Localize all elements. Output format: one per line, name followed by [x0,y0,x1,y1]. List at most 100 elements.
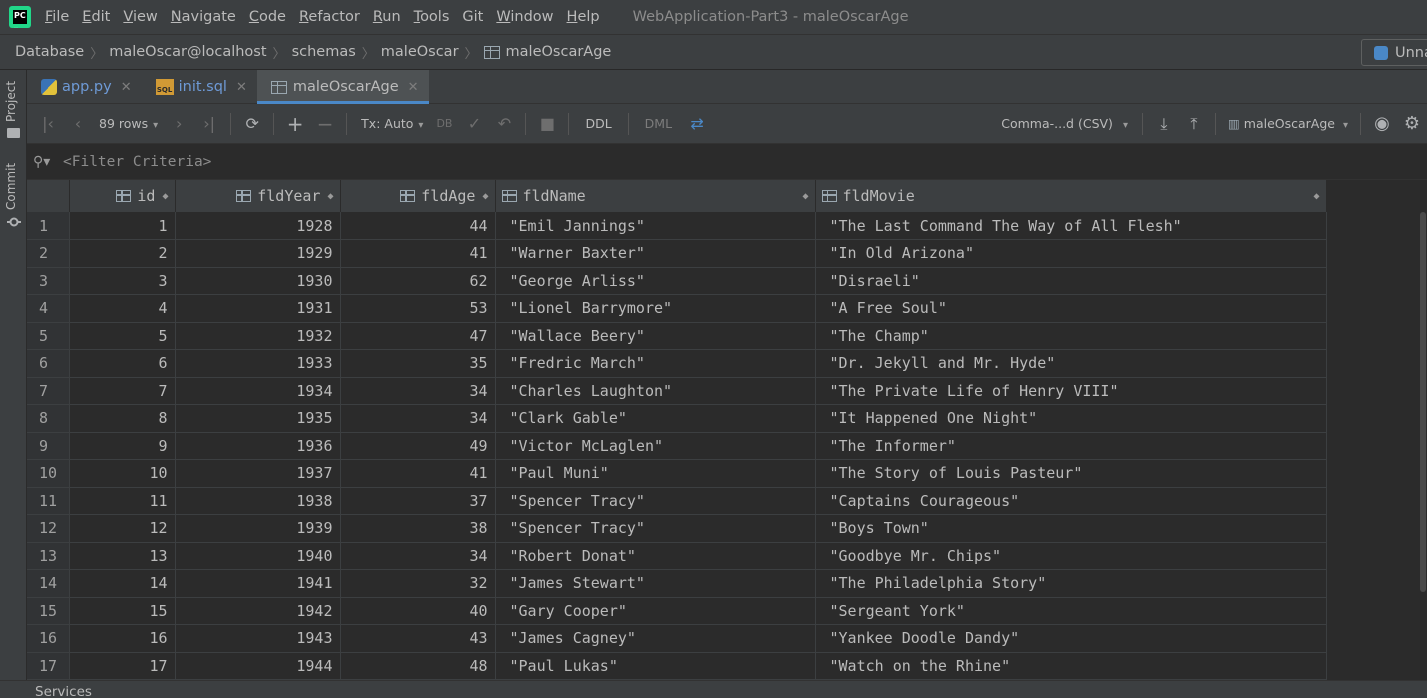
table-row[interactable]: 2 2 1929 41 "Warner Baxter" "In Old Arizona" [27,239,1327,268]
cell-fldmovie[interactable]: "The Champ" [815,322,1327,350]
upload-icon[interactable]: ⤒ [1179,114,1209,134]
table-row[interactable]: 14 14 1941 32 "James Stewart" "The Philadelph… [27,569,1327,598]
menu-file[interactable]: File [45,9,69,25]
row-number[interactable]: 10 [27,459,70,488]
cell-fldage[interactable]: 34 [340,404,496,433]
row-number[interactable]: 13 [27,542,70,570]
compare-arrows-icon[interactable]: ⇄ [682,114,712,133]
cell-fldname[interactable]: "Victor McLaglen" [495,432,816,460]
menu-navigate[interactable]: Navigate [171,9,236,25]
table-row[interactable]: 11 11 1938 37 "Spencer Tracy" "Captains Coura… [27,487,1327,515]
cell-fldyear[interactable]: 1933 [175,349,341,378]
scrollbar-thumb[interactable] [1420,212,1426,592]
cell-fldyear[interactable]: 1943 [175,624,341,653]
cell-fldname[interactable]: "Paul Muni" [495,459,816,488]
cell-id[interactable]: 9 [69,432,176,460]
cell-fldname[interactable]: "James Stewart" [495,569,816,598]
cell-fldage[interactable]: 38 [340,514,496,543]
cell-fldmovie[interactable]: "Captains Courageous" [815,487,1327,515]
cell-fldage[interactable]: 41 [340,239,496,268]
menu-git[interactable]: Git [462,9,483,25]
breadcrumb-database[interactable]: Database [15,44,84,60]
cell-id[interactable]: 12 [69,514,176,543]
menu-help[interactable]: Help [567,9,600,25]
cell-fldyear[interactable]: 1937 [175,459,341,488]
cell-fldname[interactable]: "Spencer Tracy" [495,487,816,515]
sort-icon[interactable]: ◆ [327,191,333,202]
cell-id[interactable]: 3 [69,267,176,295]
cell-fldname[interactable]: "Lionel Barrymore" [495,294,816,323]
cell-fldname[interactable]: "Gary Cooper" [495,597,816,625]
cell-fldyear[interactable]: 1928 [175,212,341,240]
cell-fldmovie[interactable]: "Boys Town" [815,514,1327,543]
cell-fldname[interactable]: "Charles Laughton" [495,377,816,405]
tab-maleoscarage[interactable]: maleOscarAge ✕ [256,70,429,104]
sort-icon[interactable]: ◆ [1313,191,1319,202]
cell-id[interactable]: 14 [69,569,176,598]
close-icon[interactable]: ✕ [236,80,247,95]
next-page-icon[interactable]: › [164,114,194,133]
close-icon[interactable]: ✕ [121,80,132,95]
datasource-dropdown[interactable]: ▥ maleOscarAge ▾ [1228,116,1348,131]
cell-id[interactable]: 7 [69,377,176,405]
cell-fldyear[interactable]: 1930 [175,267,341,295]
transaction-mode-dropdown[interactable]: Tx: Auto ▾ [361,116,423,131]
row-number[interactable]: 17 [27,652,70,680]
cell-fldage[interactable]: 53 [340,294,496,323]
table-row[interactable]: 5 5 1932 47 "Wallace Beery" "The Champ" [27,322,1327,350]
cell-id[interactable]: 1 [69,212,176,240]
cell-fldmovie[interactable]: "Watch on the Rhine" [815,652,1327,680]
cell-fldname[interactable]: "Warner Baxter" [495,239,816,268]
cell-fldname[interactable]: "Robert Donat" [495,542,816,570]
cell-id[interactable]: 13 [69,542,176,570]
cell-fldyear[interactable]: 1936 [175,432,341,460]
table-row[interactable]: 7 7 1934 34 "Charles Laughton" "The Private L… [27,377,1327,405]
cell-fldage[interactable]: 62 [340,267,496,295]
cell-fldage[interactable]: 48 [340,652,496,680]
cell-id[interactable]: 11 [69,487,176,515]
row-number[interactable]: 11 [27,487,70,515]
revert-icon[interactable]: ↶ [489,114,519,133]
cell-fldage[interactable]: 34 [340,377,496,405]
cell-fldmovie[interactable]: "Dr. Jekyll and Mr. Hyde" [815,349,1327,378]
menu-tools[interactable]: Tools [414,9,450,25]
cell-fldyear[interactable]: 1938 [175,487,341,515]
cell-id[interactable]: 16 [69,624,176,653]
sort-icon[interactable]: ◆ [802,191,808,202]
cell-id[interactable]: 15 [69,597,176,625]
cell-fldname[interactable]: "Emil Jannings" [495,212,816,240]
cell-fldmovie[interactable]: "A Free Soul" [815,294,1327,323]
row-number[interactable]: 4 [27,294,70,323]
breadcrumb-schema[interactable]: maleOscar [381,44,459,60]
row-number[interactable]: 14 [27,569,70,598]
gear-icon[interactable]: ⚙ [1397,113,1427,134]
cell-fldyear[interactable]: 1929 [175,239,341,268]
cell-fldyear[interactable]: 1934 [175,377,341,405]
dml-button[interactable]: DML [645,116,672,131]
close-icon[interactable]: ✕ [408,80,419,95]
row-number[interactable]: 15 [27,597,70,625]
column-header-fldyear[interactable]: fldYear ◆ [175,180,341,212]
cell-fldmovie[interactable]: "The Last Command The Way of All Flesh" [815,212,1327,240]
export-format-dropdown[interactable]: Comma-...d (CSV) ▾ [1001,116,1128,131]
services-tool-tab[interactable]: Services [35,684,92,698]
download-icon[interactable]: ⤓ [1149,114,1179,134]
sort-icon[interactable]: ◆ [162,191,168,202]
cell-fldyear[interactable]: 1939 [175,514,341,543]
cell-fldage[interactable]: 34 [340,542,496,570]
db-commit-icon[interactable]: DB [429,117,459,130]
cell-id[interactable]: 8 [69,404,176,433]
table-row[interactable]: 10 10 1937 41 "Paul Muni" "The Story of Louis… [27,459,1327,488]
cell-fldmovie[interactable]: "Disraeli" [815,267,1327,295]
cell-id[interactable]: 4 [69,294,176,323]
menu-edit[interactable]: Edit [82,9,110,25]
table-row[interactable]: 6 6 1933 35 "Fredric March" "Dr. Jekyll and M… [27,349,1327,378]
row-number[interactable]: 1 [27,212,70,240]
cell-fldyear[interactable]: 1942 [175,597,341,625]
menu-refactor[interactable]: Refactor [299,9,360,25]
first-page-icon[interactable]: |‹ [33,114,63,133]
cell-fldage[interactable]: 32 [340,569,496,598]
column-header-fldmovie[interactable]: fldMovie ◆ [815,180,1327,212]
column-header-id[interactable]: id ◆ [69,180,176,212]
column-header-fldage[interactable]: fldAge ◆ [340,180,496,212]
